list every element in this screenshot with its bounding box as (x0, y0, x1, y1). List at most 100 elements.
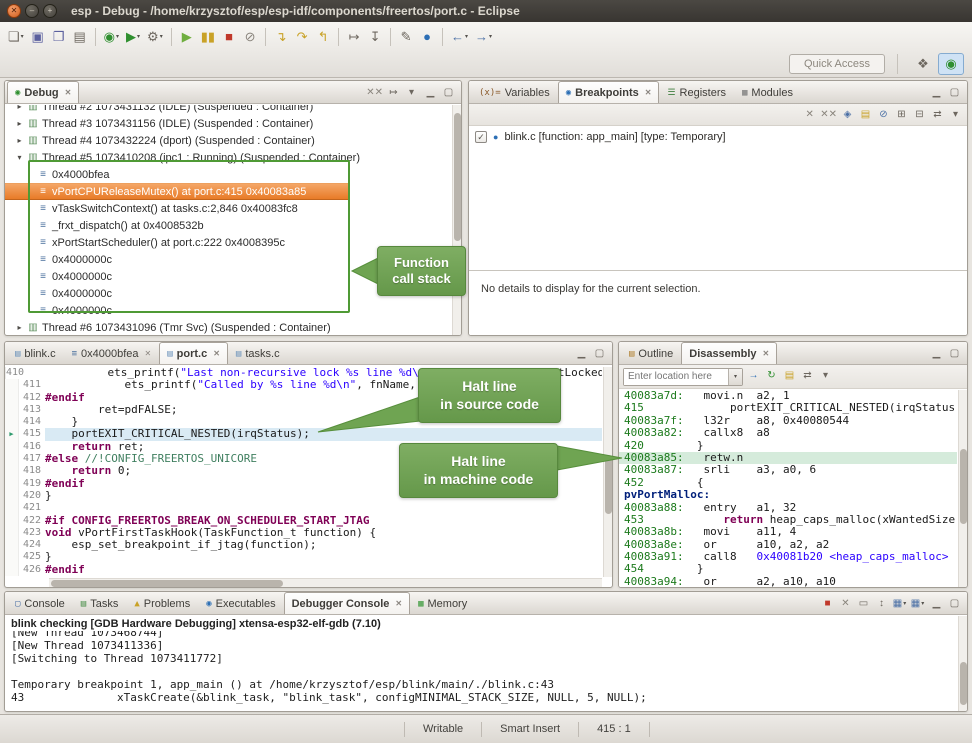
step-over-button[interactable]: ↷ (292, 26, 312, 48)
view-tab-debug[interactable]: ◉Debug✕ (7, 81, 79, 103)
expand-twisty-icon[interactable]: ▸ (13, 136, 26, 145)
view-menu-icon[interactable]: ▾ (403, 84, 420, 101)
mark-occurrences-button[interactable]: ✎ (396, 26, 416, 48)
show-breakpoints-supported-icon[interactable]: ◈ (839, 106, 856, 123)
breakpoint-checkbox[interactable]: ✓ (475, 131, 487, 143)
minimize-view-button[interactable]: ▁ (928, 595, 945, 612)
suspend-button[interactable]: ▮▮ (198, 26, 218, 48)
view-tab-console[interactable]: ▢Console (7, 592, 73, 614)
scroll-lock-icon[interactable]: ↕ (873, 595, 890, 612)
expand-twisty-icon[interactable]: ▸ (13, 323, 26, 332)
editor-tab-blink-c[interactable]: ▤blink.c (7, 342, 64, 364)
debug-tree-scrollbar[interactable] (452, 105, 461, 335)
window-close-button[interactable]: ✕ (7, 4, 21, 18)
terminate-button[interactable]: ■ (219, 26, 239, 48)
drop-to-frame-button[interactable]: ↧ (365, 26, 385, 48)
breakpoint-row[interactable]: ✓ ● blink.c [function: app_main] [type: … (469, 126, 967, 148)
minimize-view-button[interactable]: ▁ (928, 84, 945, 101)
window-maximize-button[interactable]: + (43, 4, 57, 18)
scrollbar-thumb[interactable] (605, 455, 612, 514)
save-all-button[interactable]: ❐ (49, 26, 69, 48)
maximize-view-button[interactable]: ▢ (591, 345, 608, 362)
editor-line[interactable]: 426#endif (5, 564, 602, 576)
close-tab-icon[interactable]: ✕ (145, 349, 152, 358)
view-menu-icon[interactable]: ▾ (947, 106, 964, 123)
expand-twisty-icon[interactable]: ▸ (13, 119, 26, 128)
editor-tab-tasks-c[interactable]: ▤tasks.c (228, 342, 288, 364)
forward-history-button[interactable]: →▾ (472, 26, 495, 48)
location-dropdown-icon[interactable]: ▾ (728, 369, 742, 385)
link-with-debug-view-icon[interactable]: ⇄ (929, 106, 946, 123)
debug-perspective-button[interactable]: ◉ (938, 53, 964, 75)
view-tab-problems[interactable]: ▲Problems (126, 592, 198, 614)
editor-line[interactable]: 425} (5, 551, 602, 563)
toggle-breakpoint-button[interactable]: ● (417, 26, 437, 48)
external-tools-button[interactable]: ⚙▾ (144, 26, 166, 48)
step-into-button[interactable]: ↴ (271, 26, 291, 48)
debug-thread-row[interactable]: ▸▥Thread #4 1073432224 (dport) (Suspende… (5, 132, 451, 149)
scrollbar-thumb[interactable] (960, 662, 967, 706)
collapse-all-icon[interactable]: ⊟ (911, 106, 928, 123)
console-scrollbar[interactable] (958, 616, 967, 711)
console-output[interactable]: [New Thread 1073468744][New Thread 10734… (5, 631, 967, 711)
skip-all-breakpoints-icon[interactable]: ⊘ (875, 106, 892, 123)
run-button[interactable]: ▶▾ (123, 26, 143, 48)
stack-frame-row[interactable]: ≡vPortCPUReleaseMutex() at port.c:415 0x… (5, 183, 350, 200)
print-button[interactable]: ▤ (70, 26, 90, 48)
stack-frame-row[interactable]: ≡0x4000000c (5, 302, 451, 319)
go-to-file-for-breakpoint-icon[interactable]: ▤ (857, 106, 874, 123)
minimize-view-button[interactable]: ▁ (422, 84, 439, 101)
view-tab-tasks[interactable]: ▤Tasks (73, 592, 127, 614)
scrollbar-thumb[interactable] (51, 580, 283, 587)
view-tab-disassembly[interactable]: Disassembly✕ (681, 342, 777, 364)
editor-tab-port-c[interactable]: ▤port.c✕ (159, 342, 228, 364)
remove-all-terminated-icon[interactable]: ✕✕ (365, 84, 384, 101)
expand-twisty-icon[interactable]: ▸ (13, 105, 26, 111)
disconnect-button[interactable]: ⊘ (240, 26, 260, 48)
close-tab-icon[interactable]: ✕ (65, 88, 72, 97)
debug-button[interactable]: ◉▾ (101, 26, 122, 48)
open-perspective-button[interactable]: ❖ (910, 53, 936, 75)
stack-frame-row[interactable]: ≡_frxt_dispatch() at 0x4008532b (5, 217, 451, 234)
stack-frame-row[interactable]: ≡0x4000bfea (5, 166, 451, 183)
stack-frame-row[interactable]: ≡vTaskSwitchContext() at tasks.c:2,846 0… (5, 200, 451, 217)
view-tab-debugger-console[interactable]: Debugger Console✕ (284, 592, 411, 614)
back-history-button[interactable]: ←▾ (448, 26, 471, 48)
debug-thread-row[interactable]: ▸▥Thread #3 1073431156 (IDLE) (Suspended… (5, 115, 451, 132)
expand-all-icon[interactable]: ⊞ (893, 106, 910, 123)
minimize-view-button[interactable]: ▁ (573, 345, 590, 362)
debug-thread-row[interactable]: ▸▥Thread #2 1073431132 (IDLE) (Suspended… (5, 105, 451, 115)
scrollbar-thumb[interactable] (454, 113, 461, 241)
editor-horizontal-scrollbar[interactable] (49, 578, 602, 587)
remove-all-breakpoints-icon[interactable]: ✕✕ (819, 106, 838, 123)
editor-tab-0x4000bfea[interactable]: ≡0x4000bfea✕ (64, 342, 160, 364)
disassembly-code-area[interactable]: 40083a7d: movi.n a2, 1415 portEXIT_CRITI… (619, 390, 957, 587)
view-tab-variables[interactable]: (x)=Variables (471, 81, 558, 103)
terminate-launch-icon[interactable]: ■ (819, 595, 836, 612)
track-expression-icon[interactable]: ⇄ (799, 367, 816, 384)
goto-pc-icon[interactable]: → (745, 367, 762, 384)
open-console-icon[interactable]: ▦▾ (909, 595, 926, 612)
refresh-view-icon[interactable]: ↻ (763, 367, 780, 384)
close-tab-icon[interactable]: ✕ (395, 599, 402, 608)
disassembly-line[interactable]: 40083a94: or a2, a10, a10 (619, 576, 957, 587)
debug-thread-row[interactable]: ▾▥Thread #5 1073410208 (ipc1 : Running) … (5, 149, 451, 166)
collapse-twisty-icon[interactable]: ▾ (13, 153, 26, 162)
maximize-view-button[interactable]: ▢ (440, 84, 457, 101)
view-tab-memory[interactable]: ▦Memory (410, 592, 475, 614)
step-return-button[interactable]: ↰ (313, 26, 333, 48)
remove-launch-icon[interactable]: ✕ (837, 595, 854, 612)
show-source-icon[interactable]: ▤ (781, 367, 798, 384)
maximize-view-button[interactable]: ▢ (946, 595, 963, 612)
close-tab-icon[interactable]: ✕ (763, 349, 770, 358)
view-tab-modules[interactable]: ▦Modules (734, 81, 801, 103)
view-tab-executables[interactable]: ◉Executables (198, 592, 283, 614)
quick-access-box[interactable]: Quick Access (789, 54, 885, 74)
debug-thread-row[interactable]: ▸▥Thread #6 1073431096 (Tmr Svc) (Suspen… (5, 319, 451, 335)
view-tab-outline[interactable]: ▤Outline (621, 342, 681, 364)
view-tab-registers[interactable]: ☰Registers (659, 81, 734, 103)
remove-breakpoint-icon[interactable]: ✕ (801, 106, 818, 123)
maximize-view-button[interactable]: ▢ (946, 345, 963, 362)
resume-button[interactable]: ▶ (177, 26, 197, 48)
minimize-view-button[interactable]: ▁ (928, 345, 945, 362)
